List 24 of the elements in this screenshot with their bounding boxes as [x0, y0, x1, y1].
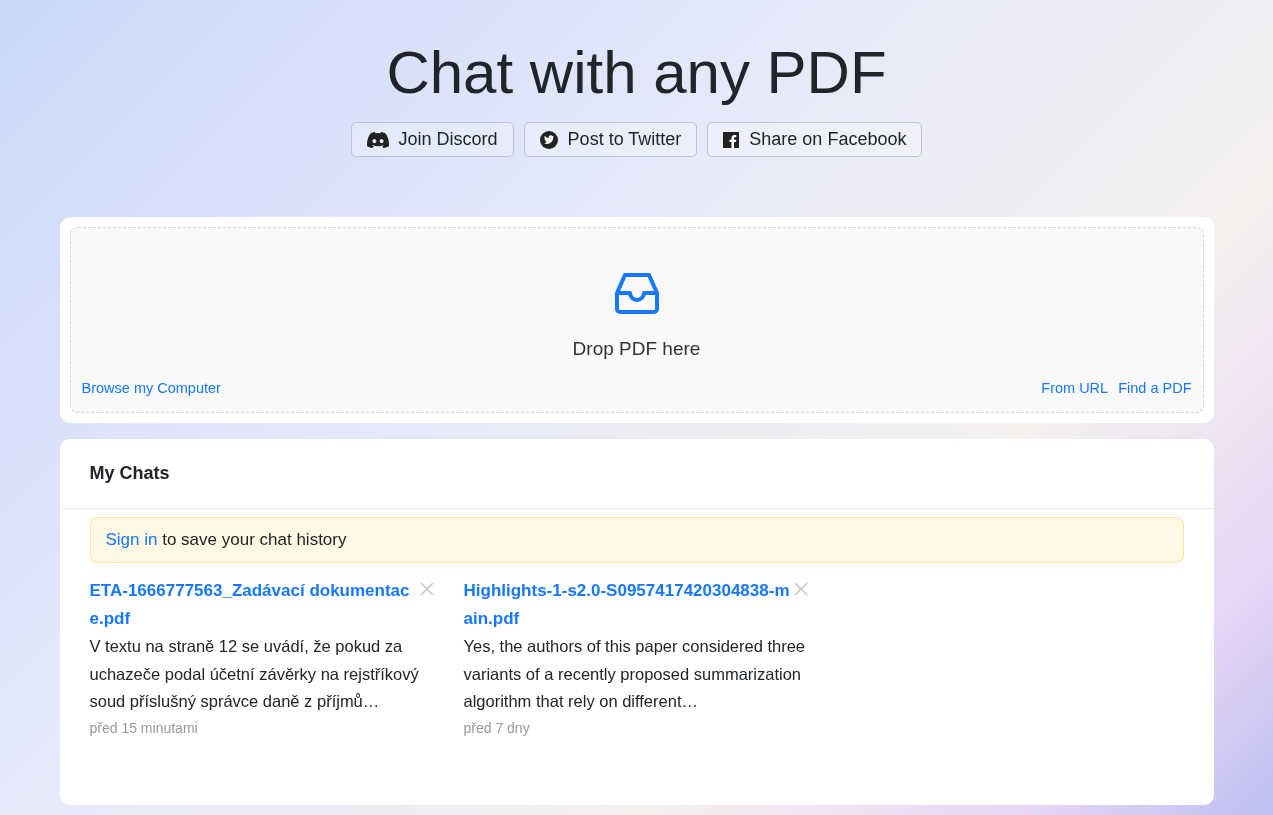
- source-link[interactable]: From URL: [1041, 380, 1109, 396]
- close-icon[interactable]: [793, 582, 808, 596]
- chat-preview: V textu na straně 12 se uvádí, že pokud za uchazeče podal účetní závěrky na rejstříkový soud příslušný správce daně z příjmů…: [89, 636, 420, 712]
- facebook-icon: [723, 131, 740, 148]
- browse-link[interactable]: Browse my Computer: [81, 380, 221, 396]
- chat-title-link[interactable]: ETA-1666777563_Zadávací dokumentace.pdf: [89, 577, 416, 633]
- bird-icon: [539, 130, 558, 149]
- share-button[interactable]: Share on Facebook: [707, 122, 923, 157]
- sign-in-link[interactable]: Sign in: [105, 530, 158, 549]
- chat-time: před 15 minutami: [89, 719, 199, 736]
- source-link[interactable]: Find a PDF: [1118, 380, 1192, 396]
- drop-label: Drop PDF here: [572, 338, 701, 360]
- page-title: Chat with any PDF: [386, 38, 887, 108]
- drop-zone[interactable]: Drop PDF here Browse my Computer From URL Find a PDF: [69, 227, 1204, 413]
- sign-in-notice: Sign in to save your chat history: [89, 517, 1184, 563]
- chat-title-link[interactable]: Highlights-1-s2.0-S0957417420304838-main.pdf: [463, 577, 790, 633]
- section-heading: My Chats: [59, 439, 1214, 509]
- inbox-icon: [613, 270, 660, 316]
- chat-time: před 7 dny: [463, 719, 531, 736]
- share-button[interactable]: Post to Twitter: [523, 122, 698, 157]
- chat-preview: Yes, the authors of this paper considered three variants of a recently proposed summarization algorithm that rely on different…: [463, 636, 807, 712]
- share-button[interactable]: Join Discord: [350, 122, 514, 157]
- close-icon[interactable]: [419, 582, 434, 596]
- discord-icon: [366, 131, 389, 148]
